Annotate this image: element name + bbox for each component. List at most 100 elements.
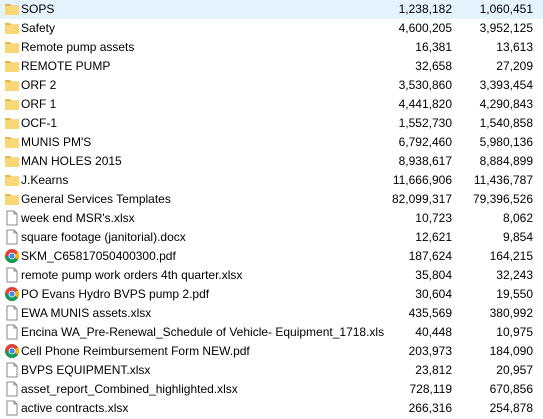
file-name: MAN HOLES 2015 (21, 154, 122, 168)
file-packed-size: 8,062 (502, 211, 533, 225)
folder-icon (4, 77, 20, 93)
file-size: 23,812 (415, 363, 452, 377)
file-icon (4, 324, 20, 340)
file-row[interactable]: General Services Templates 82,099,317 79,3… (0, 190, 543, 209)
file-size: 435,569 (408, 306, 452, 320)
file-name: ORF 1 (21, 97, 57, 111)
file-packed-size: 3,393,454 (479, 78, 533, 92)
chrome-icon (4, 286, 20, 302)
file-row[interactable]: SKM_C65817050400300.pdf 187,624 164,215 (0, 247, 543, 266)
file-name: Cell Phone Reimbursement Form NEW.pdf (21, 344, 250, 358)
file-row[interactable]: ORF 1 4,441,820 4,290,843 (0, 95, 543, 114)
file-name: square footage (janitorial).docx (21, 230, 186, 244)
file-row[interactable]: asset_report_Combined_highlighted.xlsx 72… (0, 380, 543, 399)
file-size: 187,624 (408, 249, 452, 263)
file-packed-size: 10,975 (496, 325, 533, 339)
file-size: 10,723 (415, 211, 452, 225)
file-row[interactable]: Safety 4,600,205 3,952,125 (0, 19, 543, 38)
chrome-icon (4, 248, 20, 264)
file-icon (4, 362, 20, 378)
file-list: SOPS 1,238,182 1,060,451 Safety 4,600,205 3,9… (0, 0, 543, 418)
file-size: 6,792,460 (398, 135, 452, 149)
file-name: PO Evans Hydro BVPS pump 2.pdf (21, 287, 210, 301)
file-icon (4, 305, 20, 321)
file-name: ORF 2 (21, 78, 57, 92)
file-packed-size: 32,243 (496, 268, 533, 282)
file-row[interactable]: Cell Phone Reimbursement Form NEW.pdf 203… (0, 342, 543, 361)
file-row[interactable]: Encina WA_Pre-Renewal_Schedule of Vehicl… (0, 323, 543, 342)
file-row[interactable]: REMOTE PUMP 32,658 27,209 (0, 57, 543, 76)
file-name: asset_report_Combined_highlighted.xlsx (21, 382, 238, 396)
file-size: 1,552,730 (398, 116, 452, 130)
file-packed-size: 20,957 (496, 363, 533, 377)
file-name: BVPS EQUIPMENT.xlsx (21, 363, 151, 377)
file-packed-size: 4,290,843 (479, 97, 533, 111)
file-size: 12,621 (415, 230, 452, 244)
file-size: 30,604 (415, 287, 452, 301)
file-name: active contracts.xlsx (21, 401, 129, 415)
file-packed-size: 1,540,858 (479, 116, 533, 130)
file-size: 4,600,205 (398, 21, 452, 35)
file-size: 203,973 (408, 344, 452, 358)
file-name: week end MSR's.xlsx (21, 211, 135, 225)
file-size: 8,938,617 (398, 154, 452, 168)
file-name: J.Kearns (21, 173, 69, 187)
file-size: 1,238,182 (398, 2, 452, 16)
file-size: 728,119 (409, 382, 453, 396)
file-size: 32,658 (415, 59, 452, 73)
file-packed-size: 380,992 (489, 306, 533, 320)
folder-icon (4, 153, 20, 169)
file-row[interactable]: MUNIS PM'S 6,792,460 5,980,136 (0, 133, 543, 152)
file-name: Safety (21, 21, 56, 35)
file-size: 16,381 (415, 40, 452, 54)
file-row[interactable]: PO Evans Hydro BVPS pump 2.pdf 30,604 19,5… (0, 285, 543, 304)
file-packed-size: 3,952,125 (479, 21, 533, 35)
file-packed-size: 1,060,451 (479, 2, 533, 16)
file-packed-size: 670,856 (489, 382, 533, 396)
file-name: REMOTE PUMP (21, 59, 111, 73)
file-icon (4, 267, 20, 283)
file-row[interactable]: ORF 2 3,530,860 3,393,454 (0, 76, 543, 95)
folder-icon (4, 96, 20, 112)
file-row[interactable]: SOPS 1,238,182 1,060,451 (0, 0, 543, 19)
folder-icon (4, 1, 20, 17)
file-icon (4, 381, 20, 397)
file-size: 266,316 (408, 401, 452, 415)
file-packed-size: 254,878 (489, 401, 533, 415)
file-name: remote pump work orders 4th quarter.xlsx (21, 268, 243, 282)
file-name: SOPS (21, 2, 55, 16)
file-packed-size: 27,209 (496, 59, 533, 73)
file-row[interactable]: remote pump work orders 4th quarter.xlsx… (0, 266, 543, 285)
file-size: 35,804 (415, 268, 452, 282)
folder-icon (4, 39, 20, 55)
file-size: 11,666,906 (392, 173, 452, 187)
file-packed-size: 13,613 (496, 40, 533, 54)
file-row[interactable]: square footage (janitorial).docx 12,621 9,… (0, 228, 543, 247)
file-size: 40,448 (415, 325, 452, 339)
folder-icon (4, 191, 20, 207)
file-size: 82,099,317 (391, 192, 452, 206)
file-size: 4,441,820 (398, 97, 452, 111)
file-packed-size: 5,980,136 (479, 135, 533, 149)
file-icon (4, 210, 20, 226)
chrome-icon (4, 343, 20, 359)
file-row[interactable]: active contracts.xlsx 266,316 254,878 (0, 399, 543, 418)
file-packed-size: 8,884,899 (479, 154, 533, 168)
folder-icon (4, 20, 20, 36)
file-row[interactable]: Remote pump assets 16,381 13,613 (0, 38, 543, 57)
file-row[interactable]: J.Kearns 11,666,906 11,436,787 (0, 171, 543, 190)
file-row[interactable]: MAN HOLES 2015 8,938,617 8,884,899 (0, 152, 543, 171)
folder-icon (4, 134, 20, 150)
file-name: EWA MUNIS assets.xlsx (21, 306, 152, 320)
file-packed-size: 19,550 (496, 287, 533, 301)
file-packed-size: 184,090 (489, 344, 533, 358)
file-packed-size: 11,436,787 (473, 173, 533, 187)
file-row[interactable]: EWA MUNIS assets.xlsx 435,569 380,992 (0, 304, 543, 323)
file-name: SKM_C65817050400300.pdf (21, 249, 176, 263)
file-name: Encina WA_Pre-Renewal_Schedule of Vehicl… (21, 325, 385, 339)
file-row[interactable]: week end MSR's.xlsx 10,723 8,062 (0, 209, 543, 228)
file-row[interactable]: OCF-1 1,552,730 1,540,858 (0, 114, 543, 133)
file-row[interactable]: BVPS EQUIPMENT.xlsx 23,812 20,957 (0, 361, 543, 380)
folder-icon (4, 115, 20, 131)
file-icon (4, 400, 20, 416)
